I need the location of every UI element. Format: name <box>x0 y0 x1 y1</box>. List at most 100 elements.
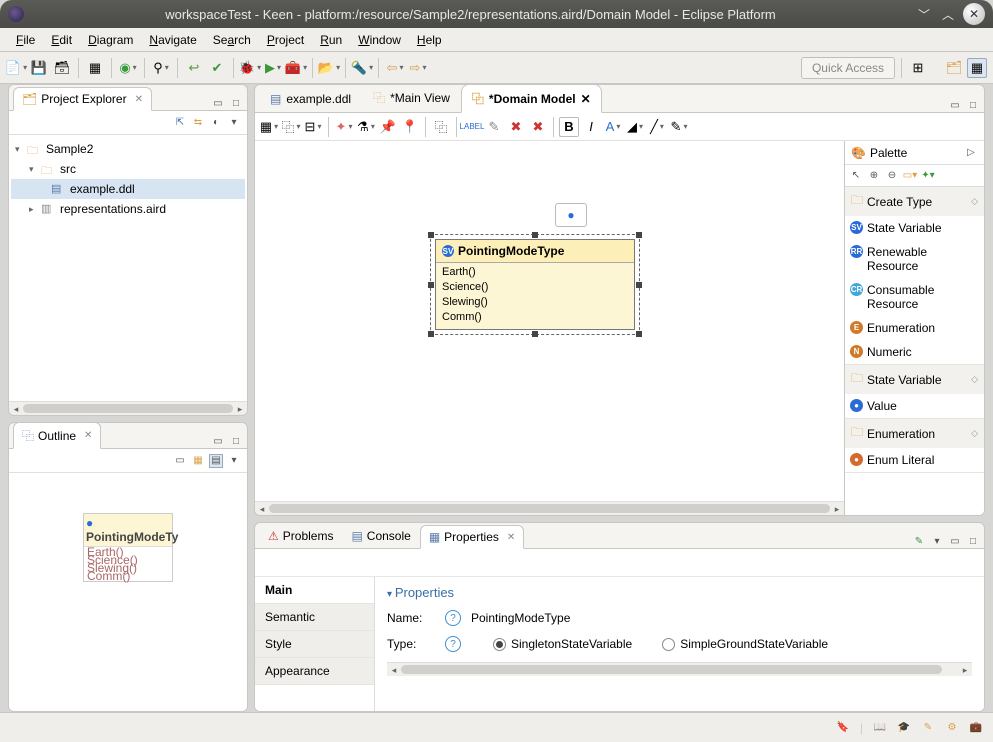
menu-help[interactable]: Help <box>409 30 450 50</box>
bold-button[interactable]: B <box>559 117 579 137</box>
name-value[interactable]: PointingModeType <box>471 611 570 625</box>
resize-handle[interactable] <box>428 282 434 288</box>
properties-tab[interactable]: ▦ Properties ✕ <box>420 525 524 549</box>
scroll-right-icon[interactable]: ▸ <box>830 502 844 516</box>
pin-button[interactable]: 📌 <box>378 117 398 137</box>
delete-semantic-button[interactable]: ✖ <box>506 117 526 137</box>
select-button[interactable]: ⿻ <box>281 117 301 137</box>
maximize-view-icon[interactable]: □ <box>966 534 980 548</box>
minimize-button[interactable]: ﹀ <box>915 5 933 23</box>
outline-mode3-icon[interactable]: ▤ <box>209 454 223 468</box>
fill-color-button[interactable]: ◢ <box>625 117 645 137</box>
help-icon[interactable]: ? <box>445 610 461 626</box>
palette-item[interactable]: ●Enum Literal <box>845 448 984 472</box>
scroll-right-icon[interactable]: ▸ <box>233 402 247 416</box>
view-menu-icon[interactable]: ▾ <box>227 116 241 130</box>
menu-navigate[interactable]: Navigate <box>141 30 204 50</box>
status-tag-icon[interactable]: 🔖 <box>836 721 850 735</box>
menu-file[interactable]: File <box>8 30 43 50</box>
scroll-right-icon[interactable]: ▸ <box>958 663 972 677</box>
focus-task-icon[interactable]: ◐ <box>209 116 223 130</box>
check-button[interactable]: ✔ <box>207 58 227 78</box>
resize-handle[interactable] <box>636 331 642 337</box>
palette-group-header[interactable]: 🗀 State Variable <box>845 365 984 394</box>
perspective-keen-button[interactable]: 🗂 <box>944 58 964 78</box>
tree-file-aird[interactable]: ▸▥ representations.aird <box>11 199 245 219</box>
maximize-view-icon[interactable]: □ <box>229 96 243 110</box>
run-config-button[interactable]: 🧰 <box>286 58 306 78</box>
console-tab[interactable]: ▤ Console <box>342 524 419 548</box>
select-tool-icon[interactable]: ↖ <box>849 169 863 183</box>
editor-tab-example[interactable]: ▤ example.ddl <box>259 86 362 112</box>
debug-button[interactable]: 🐞 <box>240 58 260 78</box>
node-attr[interactable]: Comm() <box>442 310 628 325</box>
copy-button[interactable]: ⿻ <box>431 117 451 137</box>
menu-run[interactable]: Run <box>312 30 350 50</box>
collapse-all-icon[interactable]: ⇱ <box>173 116 187 130</box>
palette-item[interactable]: NNumeric <box>845 340 984 364</box>
perspective-modeling-button[interactable]: ▦ <box>967 58 987 78</box>
outline-mode1-icon[interactable]: ▭ <box>173 454 187 468</box>
properties-horizontal-scrollbar[interactable]: ◂ ▸ <box>387 662 972 676</box>
delete-button[interactable]: ✖ <box>528 117 548 137</box>
type-radio-singleton[interactable]: SingletonStateVariable <box>493 637 632 651</box>
close-icon[interactable]: ✕ <box>135 94 143 105</box>
resize-handle[interactable] <box>428 331 434 337</box>
menu-edit[interactable]: Edit <box>43 30 80 50</box>
line-style-button[interactable]: ✎ <box>669 117 689 137</box>
save-all-button[interactable]: 🗃 <box>52 58 72 78</box>
properties-tab-style[interactable]: Style <box>255 631 374 658</box>
scroll-thumb[interactable] <box>401 665 942 674</box>
status-grad-icon[interactable]: 🎓 <box>897 721 911 735</box>
scroll-thumb[interactable] <box>269 504 830 513</box>
node-attr[interactable]: Science() <box>442 280 628 295</box>
modeling-button[interactable]: ◉ <box>118 58 138 78</box>
resize-handle[interactable] <box>532 232 538 238</box>
menu-window[interactable]: Window <box>350 30 409 50</box>
minimize-view-icon[interactable]: ▭ <box>211 434 225 448</box>
perspective-open-button[interactable]: ⊞ <box>908 58 928 78</box>
zoom-in-icon[interactable]: ⊕ <box>867 169 881 183</box>
run-button[interactable]: ▶ <box>263 58 283 78</box>
popup-toolbar[interactable] <box>555 203 587 227</box>
back-button[interactable]: ↩ <box>184 58 204 78</box>
palette-item[interactable]: CRConsumable Resource <box>845 278 984 316</box>
italic-button[interactable]: I <box>581 117 601 137</box>
diagram-canvas[interactable]: SV PointingModeType Earth() Science() Sl… <box>255 141 844 501</box>
properties-tab-main[interactable]: Main <box>255 577 374 604</box>
editor-tab-mainview[interactable]: ⿻ *Main View <box>362 84 461 112</box>
minimize-view-icon[interactable]: ▭ <box>948 534 962 548</box>
properties-tab-appearance[interactable]: Appearance <box>255 658 374 685</box>
palette-item[interactable]: RRRenewable Resource <box>845 240 984 278</box>
hide-button[interactable]: ✎ <box>484 117 504 137</box>
align-button[interactable]: ⊟ <box>303 117 323 137</box>
status-book-icon[interactable]: 📖 <box>873 721 887 735</box>
palette-group-header[interactable]: 🗀 Create Type <box>845 187 984 216</box>
editor-tab-domainmodel[interactable]: ⿻ *Domain Model ✕ <box>461 84 602 113</box>
view-menu-icon[interactable]: ▾ <box>227 454 241 468</box>
menu-search[interactable]: Search <box>205 30 259 50</box>
project-explorer-tab[interactable]: 🗂 Project Explorer ✕ <box>13 87 152 111</box>
close-icon[interactable]: ✕ <box>581 92 591 106</box>
menu-diagram[interactable]: Diagram <box>80 30 141 50</box>
palette-item[interactable]: ●Value <box>845 394 984 418</box>
collapse-palette-icon[interactable]: ▷ <box>964 146 978 160</box>
type-radio-simpleground[interactable]: SimpleGroundStateVariable <box>662 637 828 651</box>
maximize-view-icon[interactable]: □ <box>966 98 980 112</box>
note-tool-icon[interactable]: ▭▾ <box>903 169 917 183</box>
zoom-out-icon[interactable]: ⊖ <box>885 169 899 183</box>
open-task-button[interactable]: 📂 <box>319 58 339 78</box>
status-edit-icon[interactable]: ✎ <box>921 721 935 735</box>
problems-tab[interactable]: ⚠ Problems <box>259 524 342 548</box>
outline-mode2-icon[interactable]: ▦ <box>191 454 205 468</box>
new-view-icon[interactable]: ✎ <box>912 534 926 548</box>
quick-access[interactable]: Quick Access <box>801 57 895 79</box>
save-button[interactable]: 💾 <box>29 58 49 78</box>
scroll-left-icon[interactable]: ◂ <box>387 663 401 677</box>
minimize-view-icon[interactable]: ▭ <box>948 98 962 112</box>
filter-button[interactable]: ⚗ <box>356 117 376 137</box>
generic-tool-icon[interactable]: ✦▾ <box>921 169 935 183</box>
scroll-thumb[interactable] <box>23 404 233 413</box>
search-button[interactable]: 🔦 <box>352 58 372 78</box>
arrange-button[interactable]: ▦ <box>259 117 279 137</box>
